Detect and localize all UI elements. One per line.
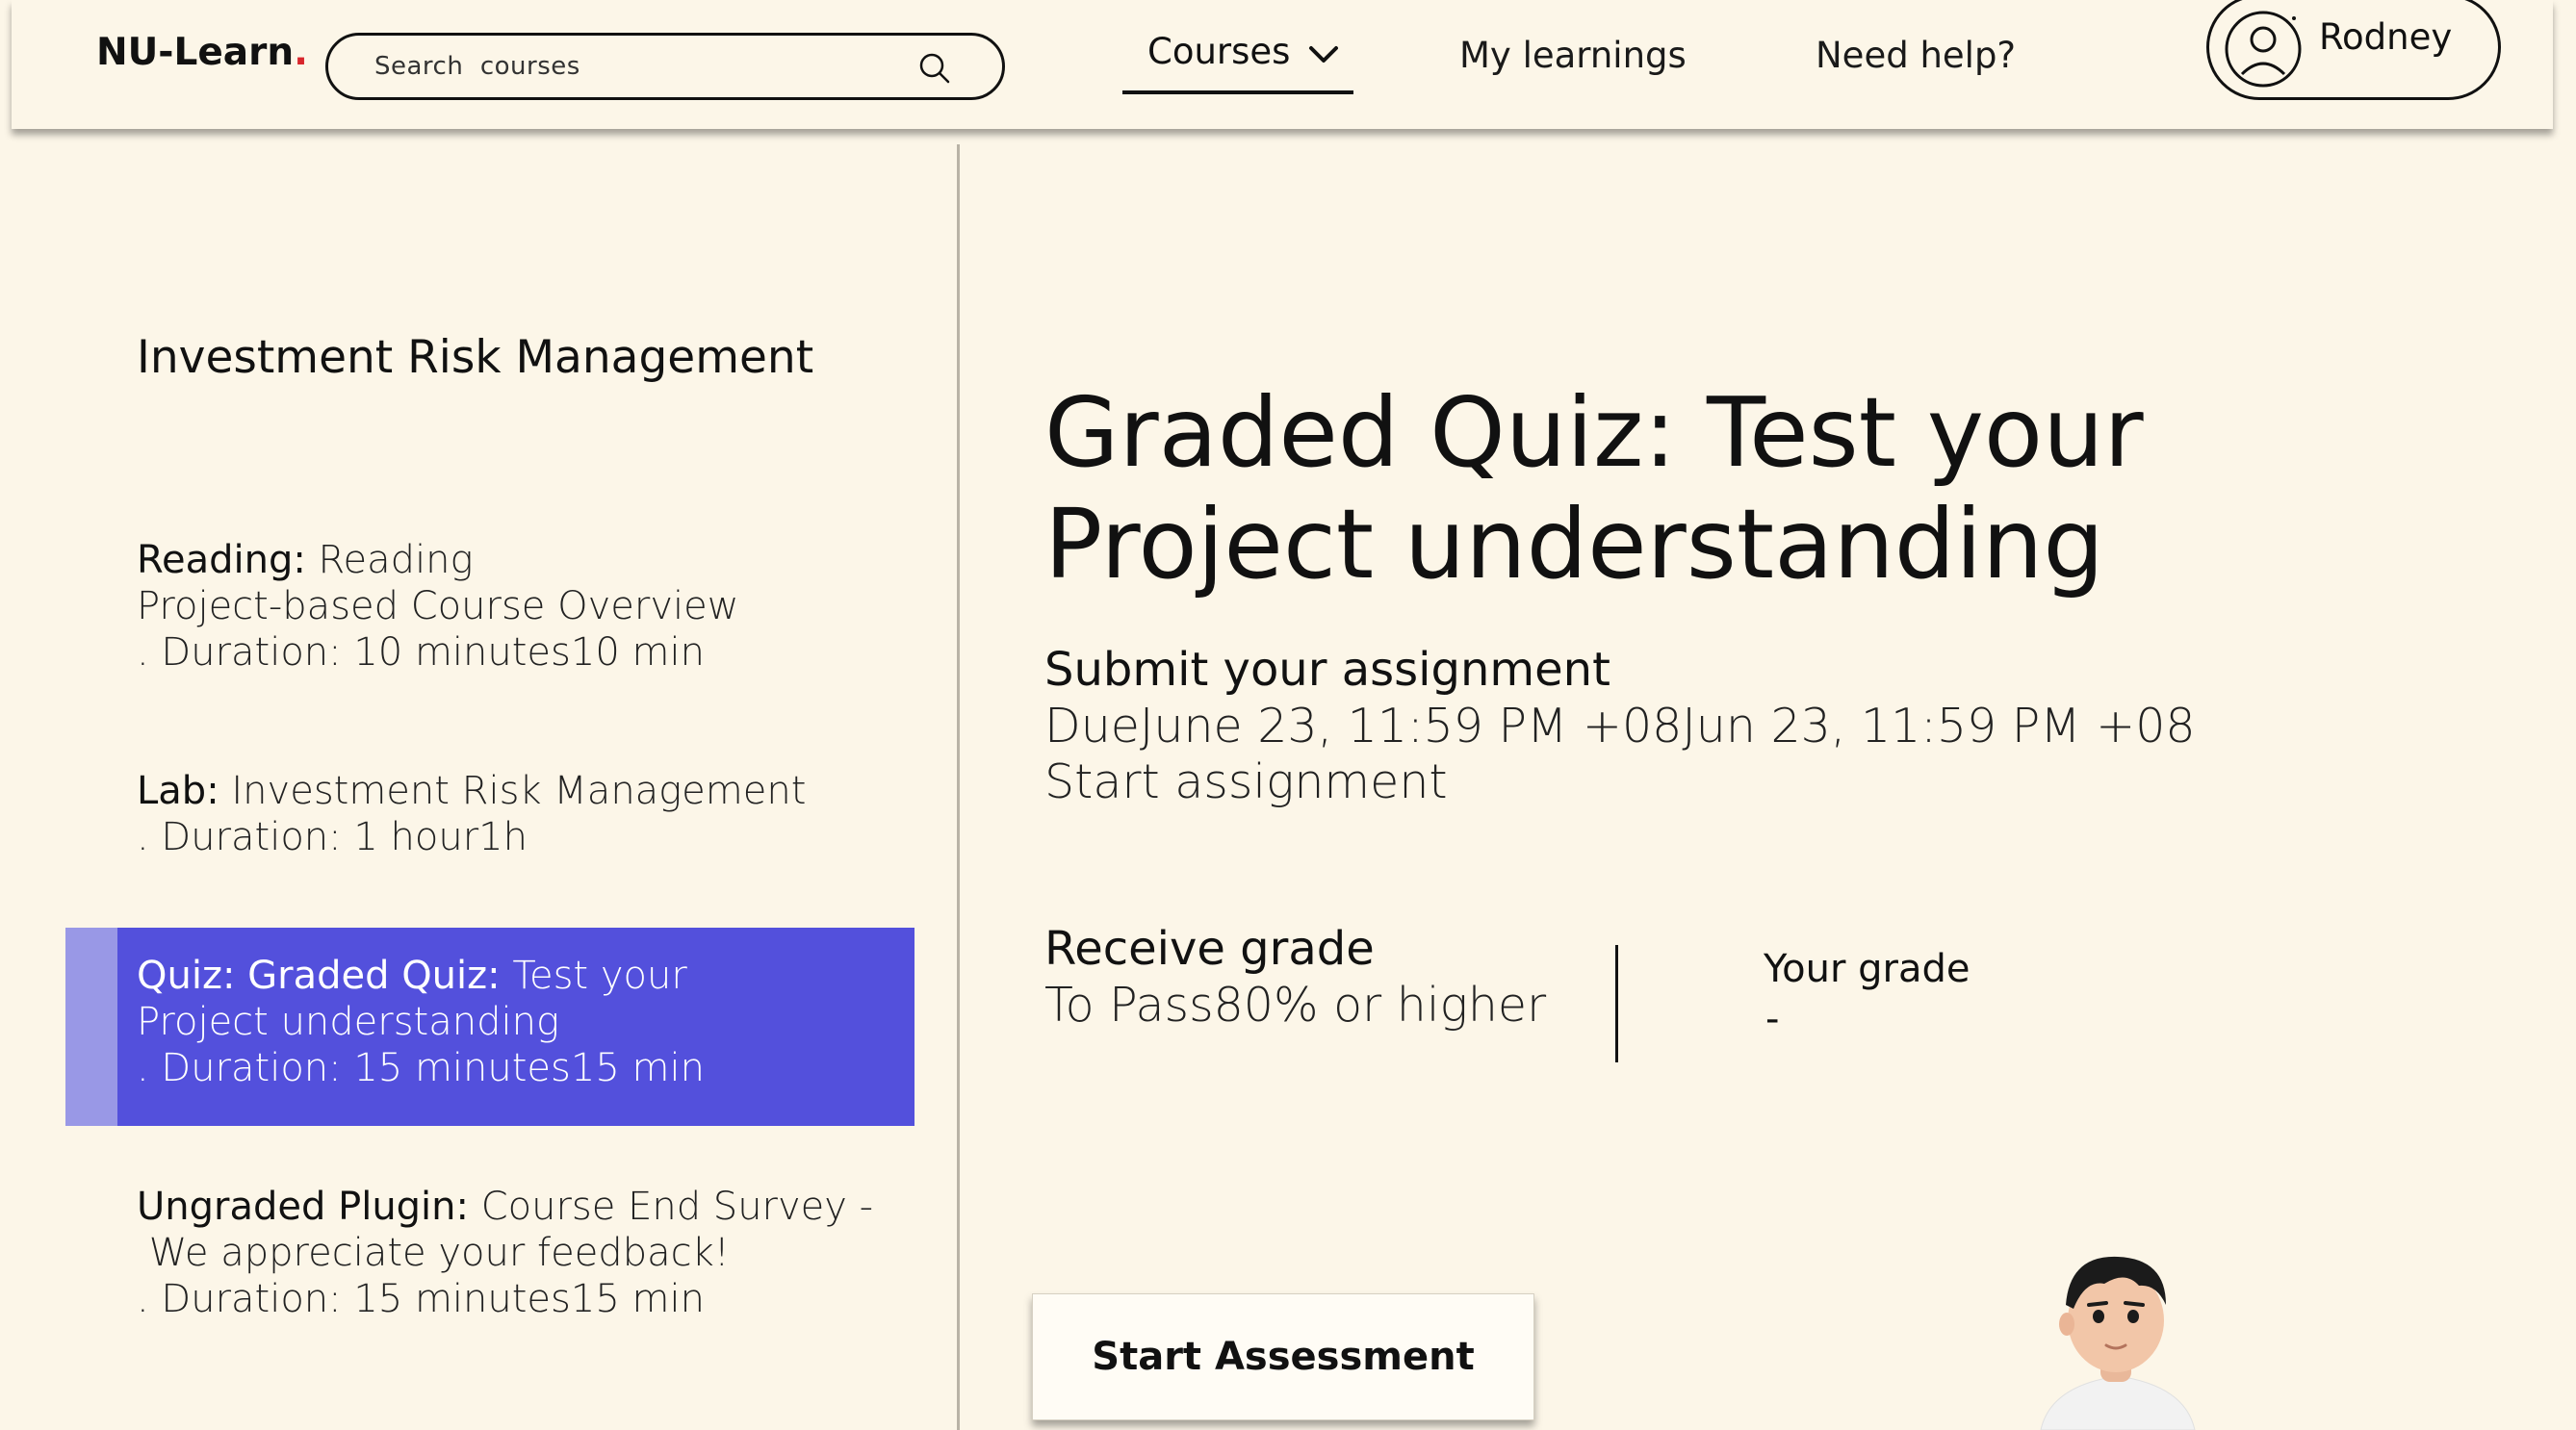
module-name: Investment Risk Management <box>219 769 807 813</box>
nav-my-learnings[interactable]: My learnings <box>1459 35 1687 76</box>
due-date: DueJune 23, 11:59 PM +08Jun 23, 11:59 PM… <box>1044 699 2196 753</box>
module-name-cont: Project understanding <box>137 1000 559 1044</box>
logo-dot: . <box>294 31 308 74</box>
module-name-cont: We appreciate your feedback! <box>137 1231 730 1275</box>
module-duration: . Duration: 10 minutes10 min <box>137 630 705 675</box>
course-title: Investment Risk Management <box>137 331 814 384</box>
sidebar-divider <box>957 144 960 1430</box>
quiz-title-line2: Project understanding <box>1044 488 2104 600</box>
logo[interactable]: NU-Learn. <box>96 31 308 74</box>
nav-courses-dropdown[interactable]: Courses <box>1122 31 1353 94</box>
quiz-title-rest: Test your <box>1676 376 2144 489</box>
module-kind: Ungraded Plugin: <box>137 1185 469 1229</box>
search-icon[interactable] <box>917 51 952 86</box>
start-assignment-link[interactable]: Start assignment <box>1044 754 1448 809</box>
module-item-quiz[interactable]: Quiz: Graded Quiz: Test your Project und… <box>137 953 705 1091</box>
quiz-title: Graded Quiz: Test your Project understan… <box>1044 377 2296 600</box>
module-item-reading[interactable]: Reading: Reading Project-based Course Ov… <box>137 537 738 676</box>
module-duration: . Duration: 15 minutes15 min <box>137 1277 705 1321</box>
module-kind: Reading: <box>137 538 306 582</box>
logo-text: NU-Learn <box>96 31 295 74</box>
quiz-title-bold: Graded Quiz: <box>1044 376 1677 489</box>
page: NU-Learn. Courses My learnings Need help… <box>0 0 2576 1430</box>
search-input[interactable] <box>374 52 894 81</box>
module-duration: . Duration: 15 minutes15 min <box>137 1046 705 1090</box>
your-grade-value: - <box>1765 997 1780 1041</box>
nav-courses-label: Courses <box>1147 31 1291 72</box>
module-name: Course End Survey - <box>469 1185 874 1229</box>
module-kind: Quiz: Graded Quiz: <box>137 954 501 998</box>
module-name: Reading <box>305 538 474 582</box>
chevron-down-icon <box>1309 46 1339 63</box>
submit-heading: Submit your assignment <box>1044 643 1610 697</box>
pass-requirement: To Pass80% or higher <box>1044 978 1547 1033</box>
start-assessment-button[interactable]: Start Assessment <box>1032 1293 1534 1420</box>
module-duration: . Duration: 1 hour1h <box>137 815 528 859</box>
top-navbar: NU-Learn. Courses My learnings Need help… <box>12 0 2553 129</box>
user-avatar-icon <box>2225 11 2302 88</box>
module-name: Test your <box>500 954 687 998</box>
mascot-illustration <box>2040 1256 2196 1430</box>
grade-divider <box>1615 945 1618 1062</box>
module-item-survey[interactable]: Ungraded Plugin: Course End Survey - We … <box>137 1184 873 1322</box>
your-grade-label: Your grade <box>1764 947 1971 991</box>
module-item-lab[interactable]: Lab: Investment Risk Management . Durati… <box>137 768 806 860</box>
receive-grade-heading: Receive grade <box>1044 922 1375 976</box>
module-kind: Lab: <box>137 769 219 813</box>
user-name: Rodney <box>2319 16 2453 58</box>
search-bar[interactable] <box>325 33 1005 100</box>
profile-button[interactable]: Rodney <box>2206 0 2501 100</box>
nav-need-help[interactable]: Need help? <box>1816 35 2016 76</box>
module-name-cont: Project-based Course Overview <box>137 584 739 628</box>
active-indicator <box>65 928 117 1126</box>
